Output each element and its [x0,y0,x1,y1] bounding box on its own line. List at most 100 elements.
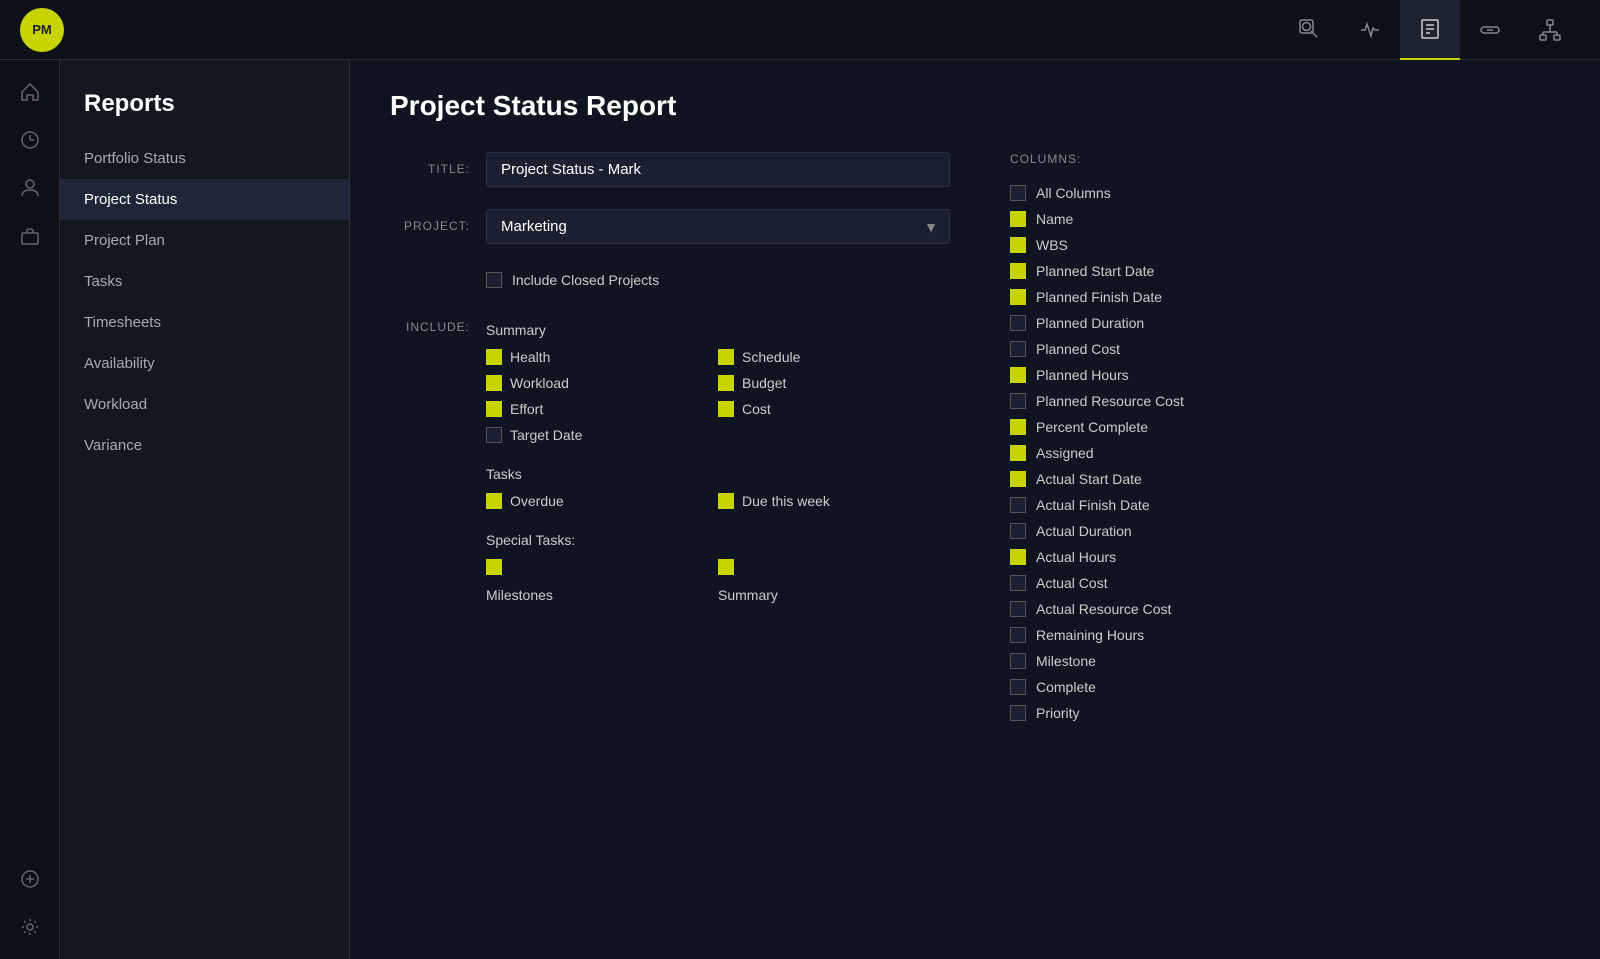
title-input[interactable] [486,152,950,187]
column-checkbox-planned-hours[interactable] [1010,367,1026,383]
column-item-planned-start-date: Planned Start Date [1010,258,1340,284]
column-item-planned-resource-cost: Planned Resource Cost [1010,388,1340,414]
search-topbar-btn[interactable] [1280,0,1340,60]
column-item-actual-cost: Actual Cost [1010,570,1340,596]
sidebar-settings-icon[interactable] [8,905,52,949]
report-topbar-btn[interactable] [1400,0,1460,60]
health-checkbox[interactable] [486,349,502,365]
app-logo: PM [20,8,64,52]
column-label-actual-start-date: Actual Start Date [1036,471,1142,487]
nav-item-project-plan[interactable]: Project Plan [60,220,349,261]
column-item-complete: Complete [1010,674,1340,700]
overdue-item: Overdue [486,488,718,514]
title-control [486,152,950,187]
nav-item-portfolio-status[interactable]: Portfolio Status [60,138,349,179]
include-closed-control: Include Closed Projects [486,266,950,294]
include-closed-label: Include Closed Projects [512,272,659,288]
summary-grid: Health Schedule Workload [486,344,950,448]
column-checkbox-planned-finish-date[interactable] [1010,289,1026,305]
nav-item-workload[interactable]: Workload [60,384,349,425]
effort-checkbox[interactable] [486,401,502,417]
include-closed-checkbox[interactable] [486,272,502,288]
column-checkbox-assigned[interactable] [1010,445,1026,461]
title-label: TITLE: [390,152,470,176]
column-checkbox-actual-resource-cost[interactable] [1010,601,1026,617]
summary-tasks-label: Summary [718,587,778,603]
tasks-label: Tasks [486,466,950,482]
column-checkbox-all-columns[interactable] [1010,185,1026,201]
column-checkbox-complete[interactable] [1010,679,1026,695]
column-label-milestone: Milestone [1036,653,1096,669]
health-item: Health [486,344,718,370]
pulse-topbar-btn[interactable] [1340,0,1400,60]
form-left: TITLE: PROJECT: Marketing ▼ [390,152,950,726]
effort-item: Effort [486,396,718,422]
cost-label: Cost [742,401,771,417]
column-label-planned-finish-date: Planned Finish Date [1036,289,1162,305]
column-item-all-columns: All Columns [1010,180,1340,206]
nav-item-tasks[interactable]: Tasks [60,261,349,302]
column-checkbox-actual-cost[interactable] [1010,575,1026,591]
column-checkbox-remaining-hours[interactable] [1010,627,1026,643]
schedule-label: Schedule [742,349,800,365]
sidebar-home-icon[interactable] [8,70,52,114]
project-select[interactable]: Marketing [486,209,950,244]
sidebar-clock-icon[interactable] [8,118,52,162]
sidebar-people-icon[interactable] [8,166,52,210]
hierarchy-topbar-btn[interactable] [1520,0,1580,60]
column-checkbox-milestone[interactable] [1010,653,1026,669]
nav-item-variance[interactable]: Variance [60,425,349,466]
column-item-planned-hours: Planned Hours [1010,362,1340,388]
column-checkbox-name[interactable] [1010,211,1026,227]
nav-item-project-status[interactable]: Project Status [60,179,349,220]
overdue-checkbox[interactable] [486,493,502,509]
target-date-checkbox[interactable] [486,427,502,443]
column-item-priority: Priority [1010,700,1340,726]
column-checkbox-percent-complete[interactable] [1010,419,1026,435]
milestones-item: Milestones [486,554,718,608]
budget-checkbox[interactable] [718,375,734,391]
link-topbar-btn[interactable] [1460,0,1520,60]
project-select-wrapper: Marketing ▼ [486,209,950,244]
main-content: Project Status Report TITLE: PROJECT: [350,60,1600,959]
column-label-priority: Priority [1036,705,1080,721]
column-label-actual-hours: Actual Hours [1036,549,1116,565]
workload-checkbox[interactable] [486,375,502,391]
overdue-label: Overdue [510,493,564,509]
summary-tasks-item: Summary [718,554,950,608]
column-checkbox-actual-start-date[interactable] [1010,471,1026,487]
column-checkbox-planned-duration[interactable] [1010,315,1026,331]
cost-checkbox[interactable] [718,401,734,417]
form-area: TITLE: PROJECT: Marketing ▼ [390,152,1560,726]
target-date-item: Target Date [486,422,718,448]
milestones-label: Milestones [486,587,553,603]
form-right: COLUMNS: All ColumnsNameWBSPlanned Start… [1010,152,1350,726]
column-item-milestone: Milestone [1010,648,1340,674]
column-checkbox-actual-hours[interactable] [1010,549,1026,565]
column-item-planned-finish-date: Planned Finish Date [1010,284,1340,310]
include-closed-spacer [390,266,470,276]
sidebar-add-icon[interactable] [8,857,52,901]
due-this-week-item: Due this week [718,488,950,514]
column-item-planned-duration: Planned Duration [1010,310,1340,336]
column-checkbox-planned-cost[interactable] [1010,341,1026,357]
column-checkbox-actual-duration[interactable] [1010,523,1026,539]
summary-tasks-checkbox[interactable] [718,559,734,575]
column-checkbox-priority[interactable] [1010,705,1026,721]
column-checkbox-planned-start-date[interactable] [1010,263,1026,279]
due-this-week-checkbox[interactable] [718,493,734,509]
nav-item-availability[interactable]: Availability [60,343,349,384]
project-control: Marketing ▼ [486,209,950,244]
nav-item-timesheets[interactable]: Timesheets [60,302,349,343]
milestones-checkbox[interactable] [486,559,502,575]
column-checkbox-planned-resource-cost[interactable] [1010,393,1026,409]
title-row: TITLE: [390,152,950,187]
effort-label: Effort [510,401,543,417]
column-checkbox-actual-finish-date[interactable] [1010,497,1026,513]
nav-items: Portfolio StatusProject StatusProject Pl… [60,138,349,466]
schedule-checkbox[interactable] [718,349,734,365]
project-row: PROJECT: Marketing ▼ [390,209,950,244]
sidebar-briefcase-icon[interactable] [8,214,52,258]
column-label-planned-hours: Planned Hours [1036,367,1129,383]
column-checkbox-wbs[interactable] [1010,237,1026,253]
